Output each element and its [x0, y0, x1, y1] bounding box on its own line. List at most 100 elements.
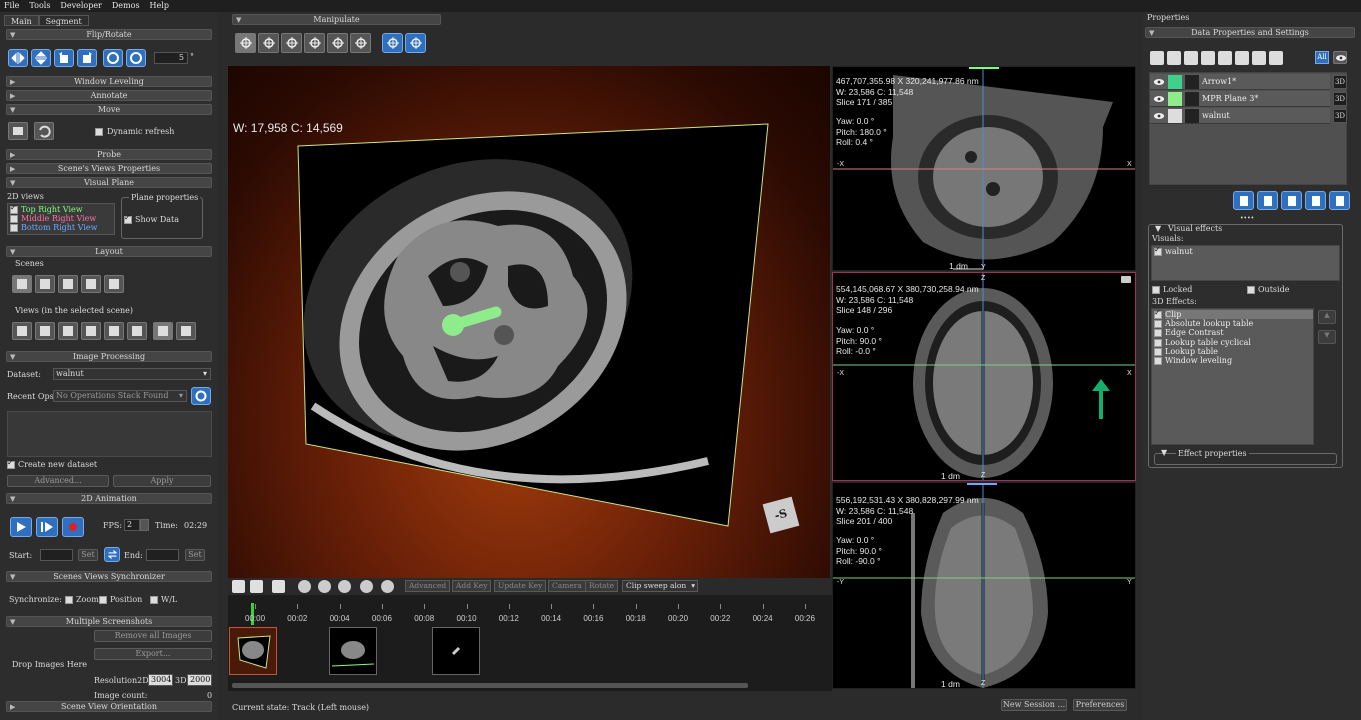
effect-item[interactable]: Absolute lookup table — [1165, 319, 1253, 328]
play-button[interactable] — [10, 517, 32, 537]
view-layout-button[interactable] — [153, 322, 173, 340]
export-button[interactable]: Export... — [94, 648, 212, 660]
effect-checkbox[interactable] — [1154, 329, 1162, 338]
eye-icon[interactable] — [1153, 94, 1165, 104]
reset-rotation-tool-button[interactable] — [405, 33, 426, 53]
play-button[interactable] — [338, 580, 351, 593]
undo-move-button[interactable] — [34, 122, 54, 140]
export-data-button[interactable] — [1305, 191, 1326, 210]
data-item[interactable]: Arrow1* — [1150, 74, 1330, 90]
apply-button[interactable]: Apply — [113, 475, 211, 487]
delete-button[interactable] — [1329, 191, 1350, 210]
flip-horizontal-button[interactable] — [8, 49, 28, 67]
keyframe-thumbnail[interactable] — [432, 627, 480, 675]
eye-icon[interactable] — [1153, 111, 1165, 121]
menu-file[interactable]: File — [4, 1, 19, 10]
3d-toggle-button[interactable]: 3D — [1333, 109, 1347, 123]
view-checkbox-middle[interactable] — [10, 215, 18, 223]
data-color-swatch[interactable] — [1168, 92, 1182, 106]
section-manipulate[interactable]: ▼ Manipulate — [232, 14, 441, 25]
show-all-button[interactable]: All — [1315, 51, 1329, 64]
top-right-view[interactable]: 467,707,355.98 X 320,241,977.86 nm W: 23… — [832, 66, 1136, 271]
volume-button[interactable] — [1235, 51, 1249, 65]
view-label-bottom[interactable]: Bottom Right View — [21, 223, 97, 232]
view-layout-button[interactable] — [104, 322, 124, 340]
brush-button[interactable] — [1167, 51, 1181, 65]
effect-properties-toggle[interactable]: ▼ — [1161, 448, 1167, 457]
stop-button[interactable] — [360, 580, 373, 593]
eye-toggle-button[interactable] — [1333, 51, 1347, 64]
flip-vertical-button[interactable] — [31, 49, 51, 67]
section-move[interactable]: ▼ Move — [6, 104, 212, 115]
menu-tools[interactable]: Tools — [29, 1, 50, 10]
data-item[interactable]: MPR Plane 3* — [1150, 91, 1330, 107]
tab-segment[interactable]: Segment — [38, 15, 89, 26]
section-probe[interactable]: ▶ Probe — [6, 149, 212, 160]
timeline-advanced-button[interactable]: Advanced — [405, 580, 451, 592]
dataset-select[interactable]: walnut ▾ — [53, 368, 211, 380]
end-input[interactable] — [146, 549, 179, 561]
view-layout-button[interactable] — [58, 322, 78, 340]
section-data-properties[interactable]: ▼ Data Properties and Settings — [1145, 27, 1355, 38]
preferences-button[interactable]: Preferences — [1073, 699, 1127, 711]
3d-toggle-button[interactable]: 3D — [1333, 75, 1347, 89]
pause-button[interactable] — [318, 580, 331, 593]
menu-developer[interactable]: Developer — [60, 1, 101, 10]
view-label-middle[interactable]: Middle Right View — [21, 214, 96, 223]
splitter-dots[interactable]: •••• — [1240, 215, 1254, 222]
add-key-button[interactable]: Add Key — [452, 580, 492, 592]
timeline[interactable] — [228, 595, 832, 691]
move-tool-button[interactable] — [8, 122, 28, 140]
view-label-top[interactable]: Top Right View — [21, 205, 83, 214]
rotate-right-90-button[interactable] — [77, 49, 97, 67]
keyframe-thumbnail[interactable] — [329, 627, 377, 675]
refresh-ops-button[interactable] — [191, 387, 211, 405]
sync-zoom-checkbox[interactable] — [65, 596, 73, 604]
set-start-button[interactable]: Set — [78, 549, 98, 561]
section-multiple-screenshots[interactable]: ▼ Multiple Screenshots — [6, 616, 212, 627]
3d-toggle-button[interactable]: 3D — [1333, 92, 1347, 106]
section-scene-view-orientation[interactable]: ▶ Scene View Orientation — [6, 701, 212, 712]
outside-checkbox[interactable] — [1247, 286, 1255, 294]
fit-view-tool-button[interactable] — [382, 33, 403, 53]
section-2d-animation[interactable]: ▼ 2D Animation — [6, 493, 212, 504]
probe-tool-button[interactable] — [350, 33, 371, 53]
view-layout-button[interactable] — [81, 322, 101, 340]
section-annotate[interactable]: ▶ Annotate — [6, 90, 212, 101]
middle-right-view[interactable]: 554,145,068.67 X 380,730,258.94 nm W: 23… — [832, 272, 1136, 481]
section-image-processing[interactable]: ▼ Image Processing — [6, 351, 212, 362]
camera-icon[interactable] — [1121, 276, 1131, 283]
remove-all-images-button[interactable]: Remove all Images — [94, 630, 212, 642]
section-scenes-sync[interactable]: ▼ Scenes Views Synchronizer — [6, 571, 212, 582]
track-tool-button[interactable] — [235, 33, 256, 53]
section-layout[interactable]: ▼ Layout — [6, 246, 212, 257]
sync-wl-checkbox[interactable] — [150, 596, 158, 604]
mesh-button[interactable] — [1218, 51, 1232, 65]
effect-checkbox[interactable] — [1154, 357, 1162, 365]
scene-layout-button[interactable] — [12, 275, 32, 293]
edit-button[interactable] — [272, 580, 285, 593]
show-data-checkbox[interactable] — [124, 213, 132, 224]
data-item[interactable]: walnut — [1150, 108, 1330, 124]
scene-layout-button[interactable] — [35, 275, 55, 293]
recent-ops-select[interactable]: No Operations Stack Found ▾ — [53, 390, 187, 402]
section-window-leveling[interactable]: ▶ Window Leveling — [6, 76, 212, 87]
eye-icon[interactable] — [1153, 77, 1165, 87]
scene-layout-button[interactable] — [104, 275, 124, 293]
erase-tool-button[interactable] — [281, 33, 302, 53]
table-button[interactable] — [1150, 51, 1164, 65]
section-flip-rotate[interactable]: ▼ Flip/Rotate — [6, 29, 212, 40]
keyframe-thumbnail[interactable] — [229, 627, 277, 675]
effect-checkbox[interactable] — [1154, 347, 1162, 356]
view-layout-button[interactable] — [127, 322, 147, 340]
start-input[interactable] — [40, 549, 73, 561]
rotate-cw-button[interactable] — [126, 49, 146, 67]
effect-checkbox[interactable] — [1154, 308, 1162, 319]
effect-item[interactable]: Edge Contrast — [1165, 328, 1224, 337]
import-button[interactable] — [1281, 191, 1302, 210]
effect-item[interactable]: Lookup table — [1165, 347, 1218, 356]
layers-button[interactable] — [1201, 51, 1215, 65]
scene-layout-button[interactable] — [81, 275, 101, 293]
sync-position-checkbox[interactable] — [99, 596, 107, 604]
measure-tool-button[interactable] — [327, 33, 348, 53]
